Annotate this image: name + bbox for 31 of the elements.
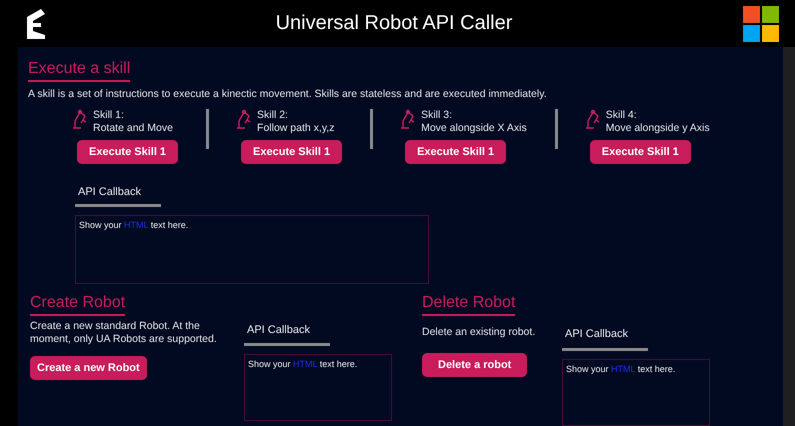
logo-icon	[27, 8, 45, 38]
section-description: A skill is a set of instructions to execute a kinectic movement. Skills are stateless and are executed immediately.	[28, 88, 548, 100]
callback-label: API Callback	[78, 186, 141, 198]
execute-skill-button[interactable]: Execute Skill 1	[590, 140, 691, 164]
skill-description: Follow path x,y,z	[257, 122, 334, 135]
skill-name: Skill 2:	[257, 109, 289, 122]
skill-name: Skill 4:	[606, 109, 638, 122]
skill-name: Skill 1:	[93, 109, 125, 122]
create-robot-button[interactable]: Create a new Robot	[30, 356, 147, 380]
skill-description: Rotate and Move	[93, 122, 173, 135]
windows-logo-icon	[743, 6, 779, 42]
skill-description: Move alongside X Axis	[421, 122, 527, 135]
skill-name: Skill 3:	[421, 109, 454, 122]
robot-arm-icon	[584, 109, 602, 129]
delete-robot-button[interactable]: Delete a robot	[422, 353, 528, 377]
execute-skill-button[interactable]: Execute Skill 1	[405, 140, 506, 164]
section-description: Create a new standard Robot. At the moment, only UA Robots are supported.	[30, 320, 218, 346]
execute-skill-button[interactable]: Execute Skill 1	[241, 140, 342, 164]
section-title: Create Robot	[30, 294, 126, 316]
callback-label: API Callback	[247, 324, 310, 336]
callback-text: Show your HTML text here.	[248, 359, 358, 369]
section-description: Delete an existing robot.	[422, 326, 536, 339]
app-title: Universal Robot API Caller	[276, 12, 512, 35]
callback-text: Show your HTML text here.	[79, 220, 188, 230]
section-title: Execute a skill	[28, 60, 130, 82]
section-title: Delete Robot	[422, 294, 516, 316]
robot-arm-icon	[71, 109, 89, 129]
execute-skill-button[interactable]: Execute Skill 1	[77, 140, 178, 164]
callback-label: API Callback	[565, 328, 628, 340]
callback-text: Show your HTML text here.	[566, 364, 676, 374]
skill-description: Move alongside y Axis	[606, 122, 710, 135]
